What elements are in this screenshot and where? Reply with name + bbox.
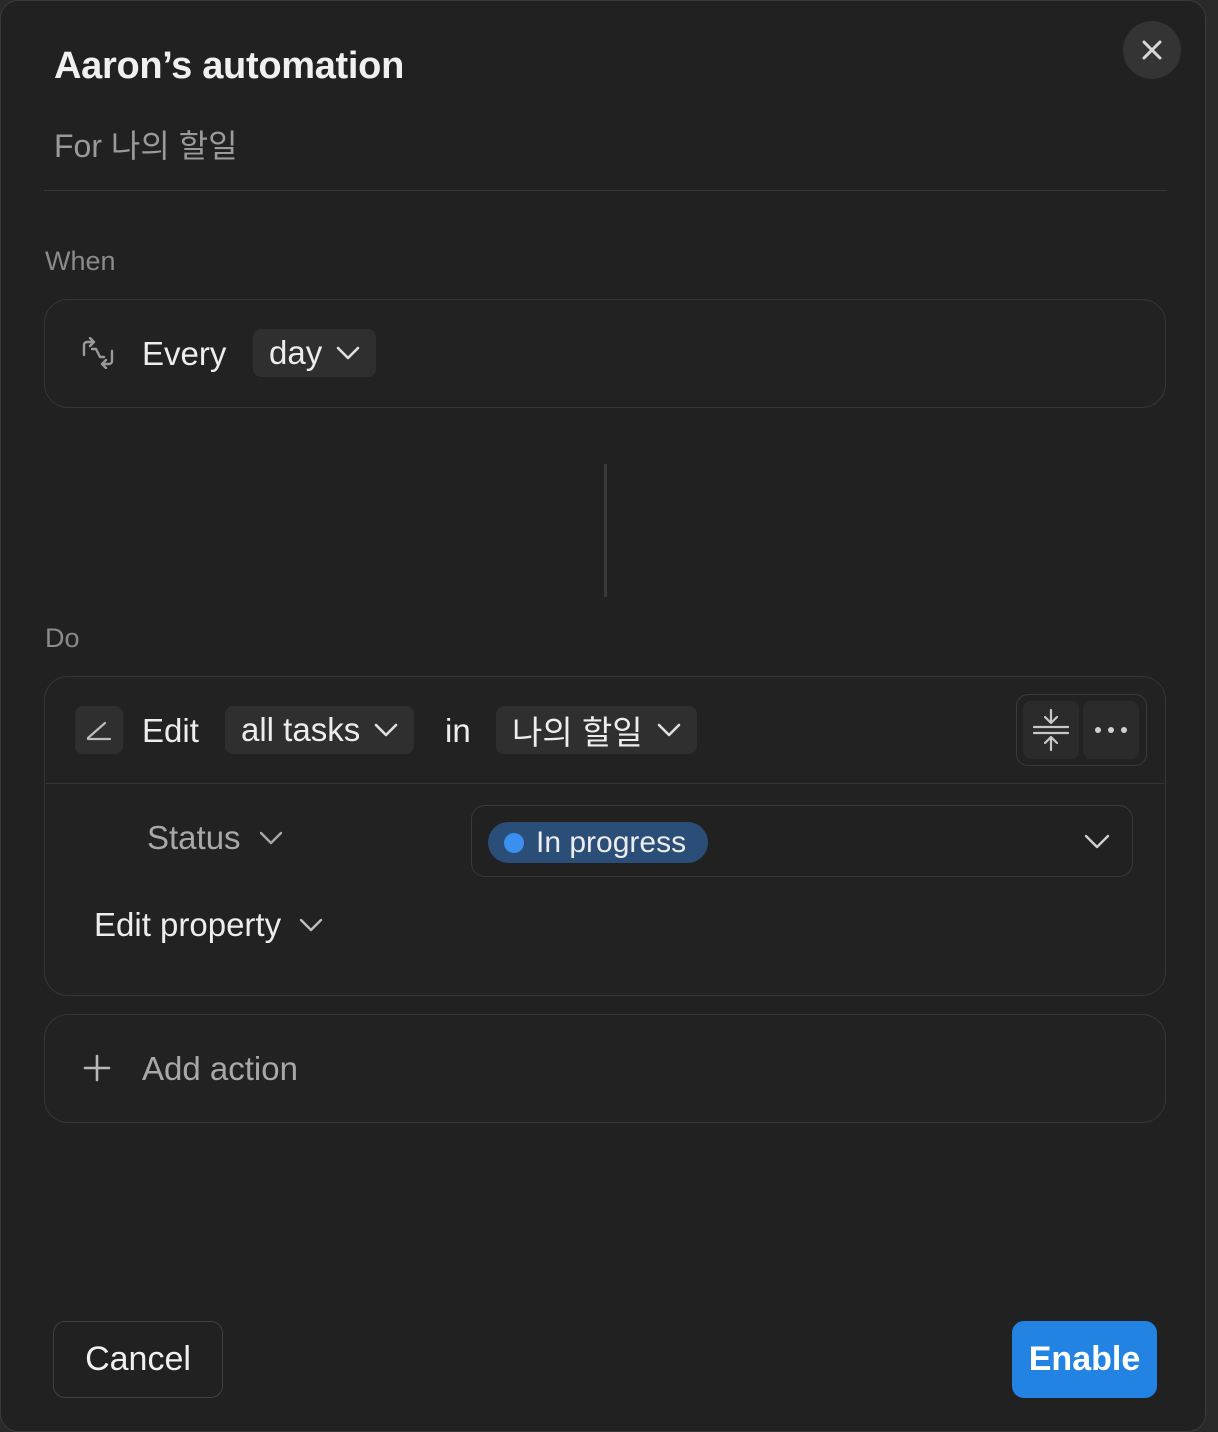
chevron-down-icon — [374, 723, 398, 737]
more-horizontal-icon — [1095, 727, 1127, 733]
target-dropdown[interactable]: all tasks — [225, 706, 415, 754]
chevron-down-icon — [657, 723, 680, 737]
every-label: Every — [142, 335, 227, 372]
header-divider — [44, 190, 1167, 191]
frequency-value: day — [269, 334, 323, 371]
frequency-dropdown[interactable]: day — [253, 329, 377, 377]
status-value: In progress — [536, 825, 687, 859]
action-toolbar — [1016, 694, 1147, 766]
do-label: Do — [45, 623, 80, 653]
chevron-down-icon — [259, 831, 282, 845]
database-value: 나의 할일 — [512, 714, 643, 751]
collapse-button[interactable] — [1023, 701, 1079, 759]
add-action-button[interactable]: Add action — [44, 1014, 1166, 1123]
property-value-select[interactable]: In progress — [471, 805, 1133, 877]
when-label: When — [45, 246, 116, 276]
property-name: Status — [147, 819, 241, 856]
in-label: in — [445, 712, 471, 749]
more-options-button[interactable] — [1083, 701, 1139, 759]
chevron-down-icon — [1084, 834, 1110, 849]
action-inner-divider — [46, 783, 1164, 784]
edit-property-button[interactable]: Edit property — [94, 906, 323, 944]
close-icon — [1142, 40, 1162, 60]
status-dot — [504, 832, 524, 853]
automation-modal: Aaron’s automation For 나의 할일 When Every … — [0, 0, 1206, 1432]
edit-action-icon-box — [75, 706, 123, 754]
repeat-icon — [82, 337, 114, 369]
cancel-button[interactable]: Cancel — [53, 1321, 223, 1398]
close-button[interactable] — [1123, 21, 1181, 79]
flow-connector — [604, 464, 607, 597]
plus-icon — [83, 1054, 111, 1082]
database-dropdown[interactable]: 나의 할일 — [496, 706, 697, 754]
status-badge: In progress — [488, 822, 709, 863]
edit-pencil-icon — [86, 721, 112, 741]
automation-subtitle: For 나의 할일 — [54, 128, 238, 164]
target-value: all tasks — [241, 711, 361, 748]
enable-button[interactable]: Enable — [1012, 1321, 1157, 1398]
chevron-down-icon — [336, 346, 360, 360]
automation-title[interactable]: Aaron’s automation — [54, 45, 404, 88]
collapse-icon — [1032, 708, 1070, 752]
property-name-dropdown[interactable]: Status — [147, 819, 283, 857]
chevron-down-icon — [299, 918, 323, 932]
trigger-card[interactable]: Every day — [44, 299, 1166, 408]
add-action-label: Add action — [142, 1050, 298, 1087]
edit-verb: Edit — [142, 712, 199, 749]
edit-property-label: Edit property — [94, 906, 282, 943]
